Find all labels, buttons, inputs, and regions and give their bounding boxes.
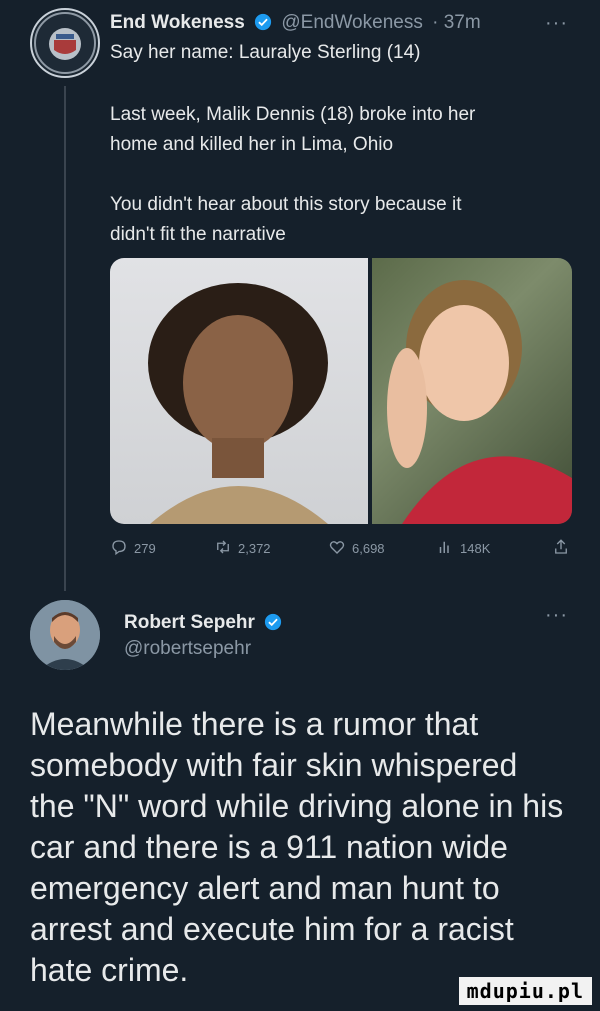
timestamp[interactable]: · 37m: [432, 12, 481, 33]
thread-connector-line: [64, 86, 66, 591]
tweet-header: End Wokeness @EndWokeness · 37m: [110, 12, 481, 37]
tweet-text-line: the "N" word while driving alone in his: [30, 788, 564, 824]
display-name[interactable]: End Wokeness: [110, 12, 245, 33]
views-button[interactable]: 148K: [436, 538, 490, 559]
share-button[interactable]: [552, 538, 570, 559]
tweet-text-line: didn't fit the narrative: [110, 224, 286, 245]
retweet-button[interactable]: 2,372: [214, 538, 271, 559]
tweet-robert-sepehr: Robert Sepehr @robertsepehr ··· Meanwhil…: [0, 590, 600, 1011]
tweet-text-line: Meanwhile there is a rumor that: [30, 706, 479, 742]
tweet-text-line: car and there is a 911 nation wide: [30, 829, 508, 865]
tweet-text-line: home and killed her in Lima, Ohio: [110, 134, 394, 155]
tweet-actions: 279 2,372 6,698 148K: [110, 538, 572, 568]
more-options-icon[interactable]: ···: [545, 12, 568, 35]
site-watermark: mdupiu.pl: [458, 977, 592, 1005]
tweet-text-line: Say her name: Lauralye Sterling (14): [110, 42, 421, 63]
tweet-text-line: Last week, Malik Dennis (18) broke into …: [110, 104, 476, 125]
tweet-text-line: somebody with fair skin whispered: [30, 747, 518, 783]
tweet-text-line: arrest and execute him for a racist: [30, 911, 514, 947]
tweet-end-wokeness: End Wokeness @EndWokeness · 37m ··· Say …: [0, 0, 600, 591]
reply-icon: [110, 538, 128, 559]
reply-count: 279: [134, 541, 156, 556]
verified-badge-icon: [264, 613, 282, 637]
views-chart-icon: [436, 538, 454, 559]
display-name-row: Robert Sepehr: [124, 612, 282, 637]
tweet-text-line: hate crime.: [30, 952, 189, 988]
more-options-icon[interactable]: ···: [545, 604, 568, 627]
victim-photo[interactable]: [372, 258, 572, 524]
like-button[interactable]: 6,698: [328, 538, 385, 559]
heart-icon: [328, 538, 346, 559]
retweet-count: 2,372: [238, 541, 271, 556]
user-handle[interactable]: @robertsepehr: [124, 638, 251, 660]
mugshot-photo[interactable]: [110, 258, 368, 524]
display-name[interactable]: Robert Sepehr: [124, 612, 255, 633]
share-icon: [552, 538, 570, 559]
views-count: 148K: [460, 541, 491, 556]
tweet-text-line: emergency alert and man hunt to: [30, 870, 500, 906]
avatar-robert-sepehr[interactable]: [30, 600, 100, 670]
verified-badge-icon: [254, 13, 272, 37]
retweet-icon: [214, 538, 232, 559]
tweet-text-line: You didn't hear about this story because…: [110, 194, 462, 215]
like-count: 6,698: [352, 541, 385, 556]
avatar-end-wokeness[interactable]: [30, 8, 100, 78]
tweet-media[interactable]: [110, 258, 572, 524]
reply-button[interactable]: 279: [110, 538, 156, 559]
user-handle[interactable]: @EndWokeness: [281, 12, 422, 33]
